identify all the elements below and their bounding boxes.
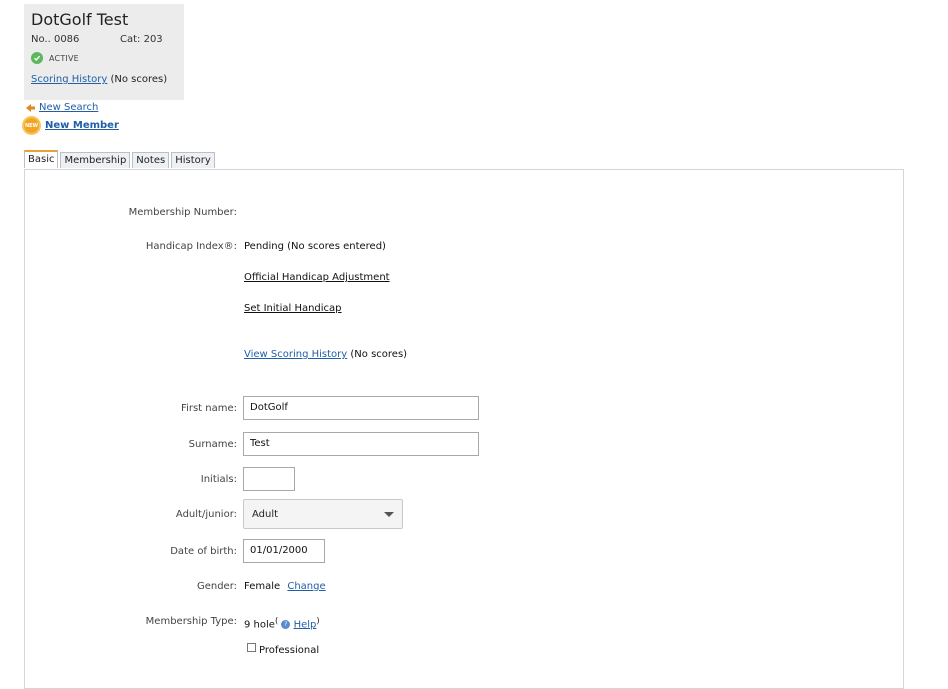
view-scoring-history-link[interactable]: View Scoring History	[244, 349, 347, 360]
new-member-row: NEW New Member	[24, 118, 119, 133]
gender-change-link[interactable]: Change	[287, 581, 325, 592]
back-arrow-icon	[26, 103, 35, 112]
tab-history[interactable]: History	[171, 152, 215, 168]
date-of-birth-label: Date of birth:	[170, 546, 237, 557]
surname-input[interactable]: Test	[243, 432, 479, 456]
status-text: ACTIVE	[49, 53, 79, 63]
help-icon: ?	[281, 619, 291, 629]
view-scoring-note: (No scores)	[350, 349, 408, 360]
adult-junior-value: Adult	[252, 508, 279, 520]
help-link[interactable]: Help	[294, 619, 317, 630]
professional-checkbox[interactable]	[247, 643, 256, 652]
member-category: Cat: 203	[120, 34, 163, 45]
member-name: DotGolf Test	[31, 10, 129, 29]
chevron-down-icon	[384, 511, 394, 517]
membership-type-row: 9 hole( ? Help)	[244, 615, 320, 631]
new-badge-icon: NEW	[24, 118, 39, 133]
date-of-birth-input[interactable]: 01/01/2000	[243, 539, 325, 563]
view-scoring-row: View Scoring History (No scores)	[244, 349, 407, 360]
scoring-history-link[interactable]: Scoring History	[31, 74, 107, 85]
initials-label: Initials:	[200, 474, 237, 485]
membership-type-value: 9 hole	[244, 619, 275, 631]
member-summary-card: DotGolf Test No.. 0086 Cat: 203 ACTIVE S…	[24, 4, 184, 100]
tab-membership[interactable]: Membership	[60, 152, 131, 168]
tab-bar: Basic Membership Notes History	[24, 150, 215, 168]
tab-basic[interactable]: Basic	[24, 150, 59, 168]
handicap-index-value: Pending (No scores entered)	[244, 241, 386, 252]
tab-notes[interactable]: Notes	[132, 152, 170, 168]
membership-number-label: Membership Number:	[128, 207, 237, 218]
surname-label: Surname:	[188, 439, 237, 450]
gender-value: Female	[244, 581, 281, 592]
gender-row: Female Change	[244, 581, 326, 592]
adult-junior-label: Adult/junior:	[175, 509, 237, 520]
new-search-row: New Search	[26, 102, 98, 113]
membership-type-label: Membership Type:	[145, 616, 237, 627]
gender-label: Gender:	[196, 581, 237, 592]
handicap-index-label: Handicap Index®:	[145, 241, 237, 252]
professional-label: Professional	[259, 645, 320, 656]
official-handicap-adjustment-link[interactable]: Official Handicap Adjustment	[244, 272, 390, 283]
first-name-label: First name:	[181, 403, 237, 414]
scoring-history-row: Scoring History (No scores)	[31, 74, 167, 85]
adult-junior-select[interactable]: Adult	[243, 499, 403, 529]
member-number: No.. 0086	[31, 34, 80, 45]
new-search-link[interactable]: New Search	[39, 102, 98, 113]
scoring-history-note: (No scores)	[110, 74, 168, 85]
initials-input[interactable]	[243, 467, 295, 491]
new-member-link[interactable]: New Member	[45, 120, 119, 131]
first-name-input[interactable]: DotGolf	[243, 396, 479, 420]
status-badge: ACTIVE	[31, 52, 79, 64]
set-initial-handicap-link[interactable]: Set Initial Handicap	[244, 303, 342, 314]
check-circle-icon	[31, 52, 43, 64]
